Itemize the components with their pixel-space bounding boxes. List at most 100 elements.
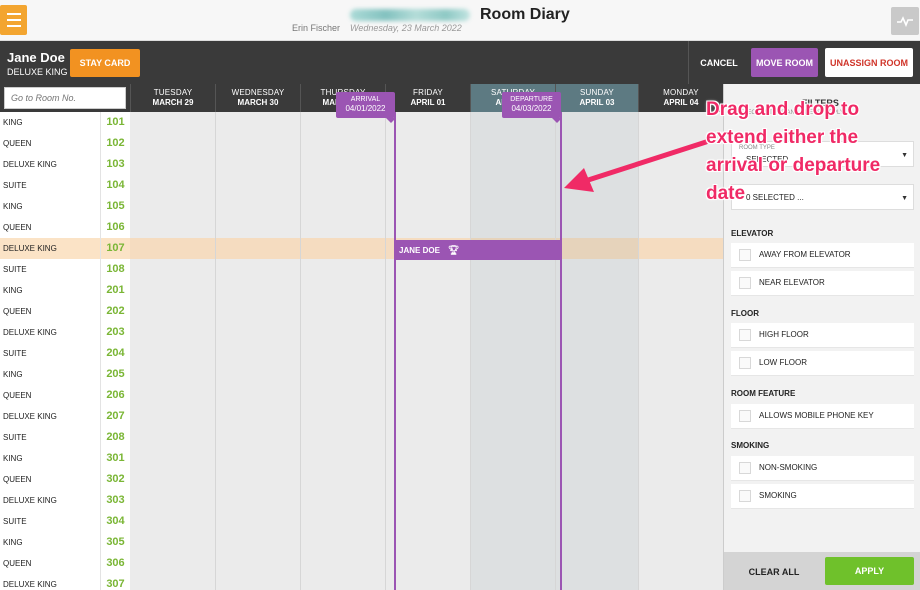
annotation-callout: Drag and drop to extend either the arriv…	[706, 99, 881, 204]
day-header-wednesday: WEDNESDAY MARCH 30	[215, 84, 300, 112]
day-divider	[555, 112, 556, 590]
room-number: 105	[100, 196, 130, 217]
room-number: 204	[100, 343, 130, 364]
filter-option-non-smoking[interactable]: NON-SMOKING	[731, 456, 914, 481]
filter-option-smoking[interactable]: SMOKING	[731, 484, 914, 509]
room-type-label: QUEEN	[0, 385, 100, 406]
room-type-label: KING	[0, 112, 100, 133]
room-number: 104	[100, 175, 130, 196]
checkbox[interactable]	[739, 329, 751, 341]
hamburger-menu-button[interactable]	[0, 5, 27, 35]
unassign-room-button[interactable]: UNASSIGN ROOM	[825, 48, 913, 77]
arrival-drag-line[interactable]	[394, 112, 396, 590]
page-title: Room Diary	[480, 6, 570, 23]
arrival-flag-tip	[386, 118, 396, 123]
room-number: 304	[100, 511, 130, 532]
top-bar: Room Diary Erin Fischer Wednesday, 23 Ma…	[0, 0, 920, 41]
checkbox[interactable]	[739, 490, 751, 502]
room-type-label: QUEEN	[0, 301, 100, 322]
room-type-label: QUEEN	[0, 469, 100, 490]
guest-name: Jane Doe	[7, 50, 65, 65]
menu-icon	[6, 13, 21, 15]
room-number: 301	[100, 448, 130, 469]
room-number: 202	[100, 301, 130, 322]
room-type-label: SUITE	[0, 343, 100, 364]
filter-option-low-floor[interactable]: LOW FLOOR	[731, 351, 914, 376]
arrival-flag[interactable]: ARRIVAL 04/01/2022	[336, 92, 395, 118]
clear-all-button[interactable]: CLEAR ALL	[736, 561, 812, 583]
room-number: 103	[100, 154, 130, 175]
departure-flag-tip	[552, 118, 562, 123]
room-type-label: QUEEN	[0, 553, 100, 574]
filter-option-high-floor[interactable]: HIGH FLOOR	[731, 323, 914, 348]
room-type-label: QUEEN	[0, 217, 100, 238]
day-divider	[215, 112, 216, 590]
room-number: 102	[100, 133, 130, 154]
filter-option-near-elevator[interactable]: NEAR ELEVATOR	[731, 271, 914, 296]
filter-option-mobile-phone-key[interactable]: ALLOWS MOBILE PHONE KEY	[731, 404, 914, 429]
stay-card-button[interactable]: STAY CARD	[70, 49, 140, 77]
room-number: 208	[100, 427, 130, 448]
cancel-button[interactable]: CANCEL	[694, 49, 744, 77]
room-type-label: DELUXE KING	[0, 574, 100, 590]
room-type-label: KING	[0, 196, 100, 217]
checkbox[interactable]	[739, 462, 751, 474]
room-type-label: KING	[0, 280, 100, 301]
day-divider	[300, 112, 301, 590]
checkbox[interactable]	[739, 249, 751, 261]
activity-button[interactable]	[891, 7, 919, 35]
room-number: 108	[100, 259, 130, 280]
room-number: 302	[100, 469, 130, 490]
room-type-label: KING	[0, 364, 100, 385]
room-feature-section-title: ROOM FEATURE	[731, 389, 796, 398]
room-number: 101	[100, 112, 130, 133]
room-type-label: SUITE	[0, 175, 100, 196]
activity-icon	[897, 16, 913, 27]
trophy-icon: 🏆︎	[447, 245, 460, 255]
room-type-label: KING	[0, 532, 100, 553]
room-number: 106	[100, 217, 130, 238]
room-type-label: SUITE	[0, 427, 100, 448]
room-number: 203	[100, 322, 130, 343]
booking-bar[interactable]: JANE DOE 🏆︎	[395, 240, 561, 260]
checkbox[interactable]	[739, 357, 751, 369]
business-date: Wednesday, 23 March 2022	[350, 23, 462, 33]
room-number: 305	[100, 532, 130, 553]
room-number: 201	[100, 280, 130, 301]
guest-header-bar: Jane Doe DELUXE KING STAY CARD CANCEL MO…	[0, 41, 920, 84]
room-type-label: SUITE	[0, 511, 100, 532]
room-number: 205	[100, 364, 130, 385]
go-to-room-input[interactable]	[4, 87, 126, 109]
room-number: 307	[100, 574, 130, 590]
blurred-hotel-name	[350, 9, 470, 21]
room-type-label: QUEEN	[0, 133, 100, 154]
room-type-label: DELUXE KING	[0, 322, 100, 343]
elevator-section-title: ELEVATOR	[731, 229, 774, 238]
room-number: 306	[100, 553, 130, 574]
divider	[688, 41, 689, 84]
annotation-arrow-icon	[564, 139, 709, 192]
user-name: Erin Fischer	[292, 23, 341, 33]
apply-button[interactable]: APPLY	[825, 557, 914, 585]
room-number: 107	[100, 238, 130, 259]
room-type-label: KING	[0, 448, 100, 469]
day-header-tuesday: TUESDAY MARCH 29	[130, 84, 215, 112]
checkbox[interactable]	[739, 410, 751, 422]
room-type-label: DELUXE KING	[0, 490, 100, 511]
day-header-friday: FRIDAY APRIL 01	[385, 84, 470, 112]
room-type-label: DELUXE KING	[0, 238, 100, 259]
day-header-sunday: SUNDAY APRIL 03	[555, 84, 638, 112]
room-type-label: SUITE	[0, 259, 100, 280]
filters-footer: CLEAR ALL APPLY	[724, 552, 920, 590]
room-type-label: DELUXE KING	[0, 406, 100, 427]
filter-option-away-from-elevator[interactable]: AWAY FROM ELEVATOR	[731, 243, 914, 268]
day-divider	[385, 112, 386, 590]
room-type-label: DELUXE KING	[0, 154, 100, 175]
departure-flag[interactable]: DEPARTURE 04/03/2022	[502, 92, 561, 118]
guest-room-type: DELUXE KING	[7, 67, 68, 77]
floor-section-title: FLOOR	[731, 309, 759, 318]
move-room-button[interactable]: MOVE ROOM	[751, 48, 818, 77]
booking-guest-name: JANE DOE	[399, 246, 440, 255]
checkbox[interactable]	[739, 277, 751, 289]
day-divider	[470, 112, 471, 590]
